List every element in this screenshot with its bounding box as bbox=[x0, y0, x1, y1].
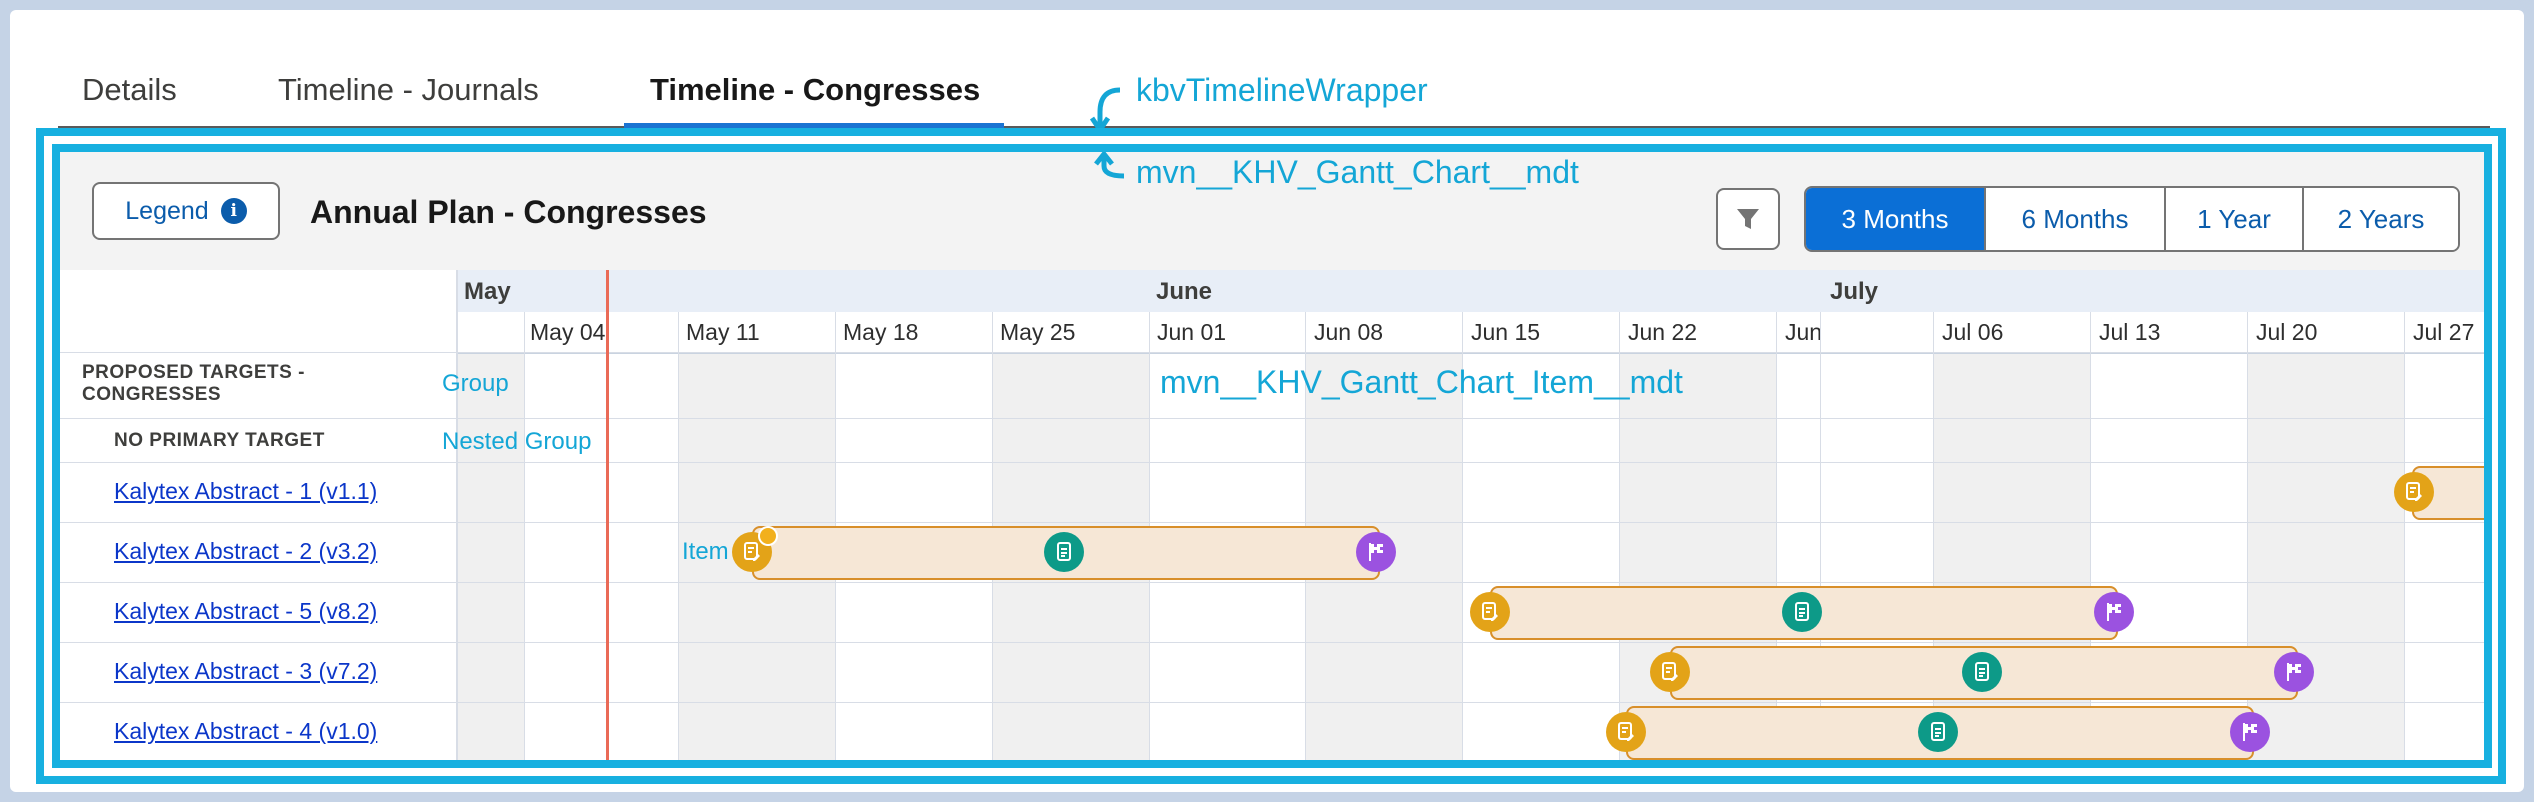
row-divider bbox=[60, 702, 2484, 703]
notification-dot bbox=[758, 526, 778, 546]
document-edit-icon[interactable] bbox=[2394, 472, 2434, 512]
item-link[interactable]: Kalytex Abstract - 4 (v1.0) bbox=[114, 718, 377, 745]
week-label: Jun 15 bbox=[1471, 319, 1541, 345]
week-header: May 04 May 11 May 18 May 25 Jun 01 Jun 0… bbox=[456, 312, 2484, 354]
document-edit-icon[interactable] bbox=[1606, 712, 1646, 752]
row-divider bbox=[60, 462, 2484, 463]
range-3-months-button[interactable]: 3 Months bbox=[1806, 188, 1986, 250]
week-label: May 11 bbox=[686, 319, 760, 345]
group-row-label: PROPOSED TARGETS - CONGRESSES bbox=[82, 362, 305, 405]
gantt-chart-frame: mvn__KHV_Gantt_Chart__mdt Legend i Annua… bbox=[52, 144, 2492, 768]
annotation-arrow-gantt bbox=[1094, 152, 1125, 179]
month-header: May June July bbox=[456, 270, 2484, 313]
range-2-years-button[interactable]: 2 Years bbox=[2304, 188, 2458, 250]
flag-icon[interactable] bbox=[2274, 652, 2314, 692]
month-label: June bbox=[1156, 278, 1213, 305]
document-icon[interactable] bbox=[1918, 712, 1958, 752]
legend-button[interactable]: Legend i bbox=[92, 182, 280, 240]
week-shade bbox=[2247, 352, 2404, 760]
week-line bbox=[678, 312, 679, 760]
flag-icon[interactable] bbox=[2094, 592, 2134, 632]
flag-icon[interactable] bbox=[1356, 532, 1396, 572]
item-link[interactable]: Kalytex Abstract - 5 (v8.2) bbox=[114, 598, 377, 625]
week-label: Jun 08 bbox=[1314, 319, 1384, 345]
row-divider bbox=[60, 352, 2484, 353]
annotation-gantt-item: mvn__KHV_Gantt_Chart_Item__mdt bbox=[1160, 364, 1683, 400]
item-link[interactable]: Kalytex Abstract - 2 (v3.2) bbox=[114, 538, 377, 565]
row-divider bbox=[60, 418, 2484, 419]
week-label: Jun bbox=[1785, 319, 1823, 345]
week-label: May 04 bbox=[530, 319, 606, 345]
week-label: Jun 01 bbox=[1157, 319, 1227, 345]
week-line bbox=[2404, 312, 2405, 760]
row-divider bbox=[60, 762, 2492, 763]
week-label: Jul 20 bbox=[2256, 319, 2318, 345]
row-divider bbox=[60, 522, 2484, 523]
week-label: Jul 27 bbox=[2413, 319, 2475, 345]
tab-timeline-journals[interactable]: Timeline - Journals bbox=[278, 70, 539, 124]
document-icon[interactable] bbox=[1782, 592, 1822, 632]
annotation-arrow-wrapper bbox=[1090, 87, 1121, 134]
range-1-year-button[interactable]: 1 Year bbox=[2166, 188, 2304, 250]
document-icon[interactable] bbox=[1044, 532, 1084, 572]
annotation-nested-group: Nested Group bbox=[442, 428, 592, 455]
legend-label: Legend bbox=[125, 196, 209, 225]
week-label: Jun 22 bbox=[1628, 319, 1698, 345]
week-label: Jul 13 bbox=[2099, 319, 2161, 345]
month-label: July bbox=[1830, 278, 1879, 305]
range-6-months-button[interactable]: 6 Months bbox=[1986, 188, 2166, 250]
row-divider bbox=[60, 642, 2484, 643]
gantt-grid: May June July May 04 May 11 May 18 May 2… bbox=[60, 270, 2492, 763]
item-link[interactable]: Kalytex Abstract - 1 (v1.1) bbox=[114, 478, 377, 505]
annotation-wrapper: kbvTimelineWrapper bbox=[1136, 72, 1428, 108]
filter-button[interactable] bbox=[1716, 188, 1780, 250]
document-icon[interactable] bbox=[1962, 652, 2002, 692]
today-marker bbox=[606, 270, 609, 760]
annotation-gantt-chart: mvn__KHV_Gantt_Chart__mdt bbox=[1136, 154, 1579, 190]
range-selector: 3 Months 6 Months 1 Year 2 Years bbox=[1804, 186, 2460, 252]
flag-icon[interactable] bbox=[2230, 712, 2270, 752]
row-label-column bbox=[60, 270, 458, 760]
tab-details[interactable]: Details bbox=[82, 70, 177, 124]
annotation-group: Group bbox=[442, 370, 509, 397]
week-label: May 18 bbox=[843, 319, 919, 345]
info-icon: i bbox=[220, 198, 247, 224]
week-label: Jul 06 bbox=[1942, 319, 2004, 345]
filter-icon bbox=[1737, 209, 1759, 229]
document-edit-icon[interactable] bbox=[1470, 592, 1510, 632]
week-line bbox=[524, 312, 525, 760]
tab-timeline-congresses[interactable]: Timeline - Congresses bbox=[623, 70, 1005, 128]
annotation-item: Item bbox=[682, 538, 729, 565]
month-label: May bbox=[464, 278, 511, 305]
nested-group-row-label: NO PRIMARY TARGET bbox=[114, 430, 325, 451]
week-shade bbox=[456, 352, 524, 760]
document-edit-icon[interactable] bbox=[1650, 652, 1690, 692]
item-link[interactable]: Kalytex Abstract - 3 (v7.2) bbox=[114, 658, 377, 685]
row-divider bbox=[60, 582, 2484, 583]
week-label: May 25 bbox=[1000, 319, 1076, 345]
page-card: Details Timeline - Journals Timeline - C… bbox=[10, 10, 2524, 792]
chart-title: Annual Plan - Congresses bbox=[310, 194, 707, 230]
